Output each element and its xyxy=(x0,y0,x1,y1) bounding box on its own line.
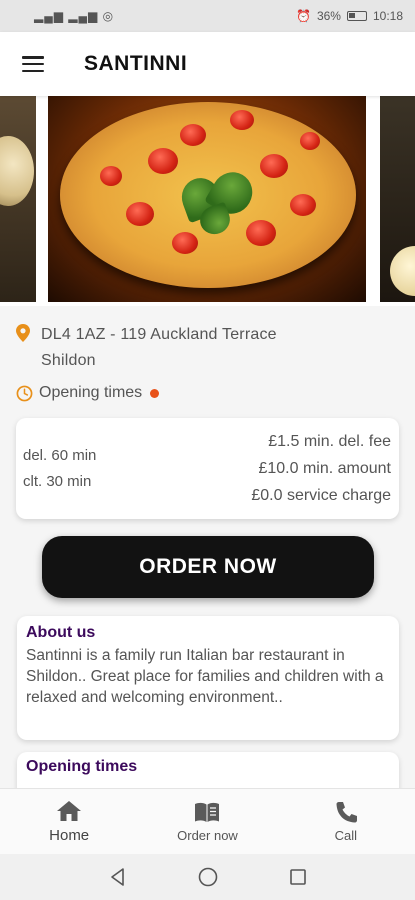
alarm-icon: ⏰ xyxy=(295,9,311,23)
minimum-amount: £10.0 min. amount xyxy=(258,460,391,477)
image-carousel[interactable] xyxy=(0,96,415,306)
order-now-button[interactable]: ORDER NOW xyxy=(42,536,374,598)
address-line1: DL4 1AZ - 119 Auckland Terrace xyxy=(41,326,277,343)
menu-book-icon xyxy=(195,802,220,822)
back-triangle-icon xyxy=(110,868,124,886)
carousel-slide-previous[interactable] xyxy=(0,96,36,302)
battery-icon xyxy=(346,11,367,21)
system-back-button[interactable] xyxy=(73,867,163,887)
collection-time: clt. 30 min xyxy=(23,472,92,490)
signal-icon: ▂▄▆ ▂▄▆ ◎ xyxy=(34,9,115,23)
address-row: DL4 1AZ - 119 Auckland Terrace Shildon xyxy=(16,322,401,374)
status-bar: ▂▄▆ ▂▄▆ ◎ ⏰ 36% 10:18 xyxy=(0,0,415,32)
status-right: ⏰ 36% 10:18 xyxy=(296,9,403,23)
clock-icon xyxy=(16,385,33,401)
delivery-info-card: del. 60 min clt. 30 min £1.5 min. del. f… xyxy=(16,418,399,519)
clock-time: 10:18 xyxy=(372,9,403,23)
battery-percent: 36% xyxy=(316,9,341,23)
nav-call[interactable]: Call xyxy=(291,800,401,843)
opening-times-row[interactable]: Opening times xyxy=(16,384,401,402)
opening-times-link[interactable]: Opening times xyxy=(39,384,142,402)
about-us-card: About us Santinni is a family run Italia… xyxy=(17,616,399,740)
bread-image xyxy=(0,136,34,206)
open-status-dot xyxy=(150,388,160,398)
nav-home[interactable]: Home xyxy=(14,799,124,844)
phone-icon xyxy=(336,802,357,823)
carousel-slide-pizza[interactable] xyxy=(48,96,366,302)
recents-square-icon xyxy=(289,869,306,885)
system-navigation-bar xyxy=(0,854,415,900)
system-recents-button[interactable] xyxy=(253,867,343,887)
dish-image xyxy=(390,246,415,296)
address-text: DL4 1AZ - 119 Auckland Terrace Shildon xyxy=(41,322,277,374)
nav-order-now[interactable]: Order now xyxy=(152,800,262,843)
delivery-fee: £1.5 min. del. fee xyxy=(268,433,391,450)
hamburger-menu-icon[interactable] xyxy=(22,56,44,72)
nav-home-label: Home xyxy=(49,827,90,844)
delivery-time: del. 60 min xyxy=(23,446,97,464)
delivery-times: del. 60 min clt. 30 min xyxy=(23,443,96,495)
about-us-text: Santinni is a family run Italian bar res… xyxy=(26,647,384,706)
about-us-title: About us xyxy=(26,624,96,641)
location-pin-icon xyxy=(16,324,30,342)
app-bar: SANTINNI xyxy=(0,32,415,96)
nav-call-label: Call xyxy=(334,828,358,843)
service-charge: £0.0 service charge xyxy=(251,487,391,504)
bottom-navigation: Home Order now Call xyxy=(0,788,415,854)
home-icon xyxy=(57,801,82,821)
address-line2: Shildon xyxy=(41,352,96,369)
page-title: SANTINNI xyxy=(84,52,188,75)
home-circle-icon xyxy=(198,867,217,887)
system-home-button[interactable] xyxy=(163,866,253,888)
opening-times-title: Opening times xyxy=(26,758,138,775)
pizza-image xyxy=(60,102,356,288)
nav-order-now-label: Order now xyxy=(177,828,238,843)
carousel-slide-next[interactable] xyxy=(380,96,415,302)
signal-indicators: ▂▄▆ ▂▄▆ ◎ xyxy=(34,9,114,23)
delivery-fees: £1.5 min. del. fee £10.0 min. amount £0.… xyxy=(251,428,391,509)
restaurant-info: DL4 1AZ - 119 Auckland Terrace Shildon O… xyxy=(16,322,401,402)
